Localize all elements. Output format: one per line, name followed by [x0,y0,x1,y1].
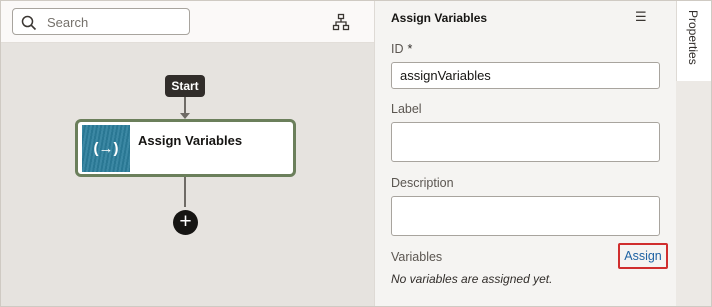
start-node[interactable]: Start [165,75,205,97]
connector-line [184,177,186,207]
add-state-button[interactable]: + [173,210,198,235]
flow-canvas[interactable]: Start (→) Assign Variables + [1,1,374,306]
id-field[interactable] [391,62,660,89]
description-label: Description [391,176,454,190]
hamburger-menu-icon[interactable]: ☰ [635,9,647,25]
tab-properties[interactable]: Properties [676,1,711,81]
hierarchy-layout-icon[interactable] [332,13,350,31]
label-field[interactable] [391,122,660,162]
tab-properties-label: Properties [686,10,700,65]
node-title: Assign Variables [138,133,243,148]
canvas-toolbar [1,1,374,43]
search-icon [21,15,37,31]
label-label: Label [391,102,422,116]
search-box[interactable] [12,8,190,35]
id-label: ID * [391,42,412,56]
panel-title: Assign Variables [391,11,488,25]
variables-label: Variables [391,250,443,264]
id-label-text: ID [391,42,404,56]
properties-panel: Assign Variables ☰ ID* Label Description… [374,1,676,306]
empty-variables-note: No variables are assigned yet. [391,272,553,286]
description-field[interactable] [391,196,660,236]
required-mark: * [407,42,413,56]
assign-variables-node[interactable]: (→) Assign Variables [75,119,296,177]
search-input[interactable] [47,12,183,32]
assign-button[interactable]: Assign [618,243,668,269]
assign-variables-icon: (→) [82,125,130,172]
